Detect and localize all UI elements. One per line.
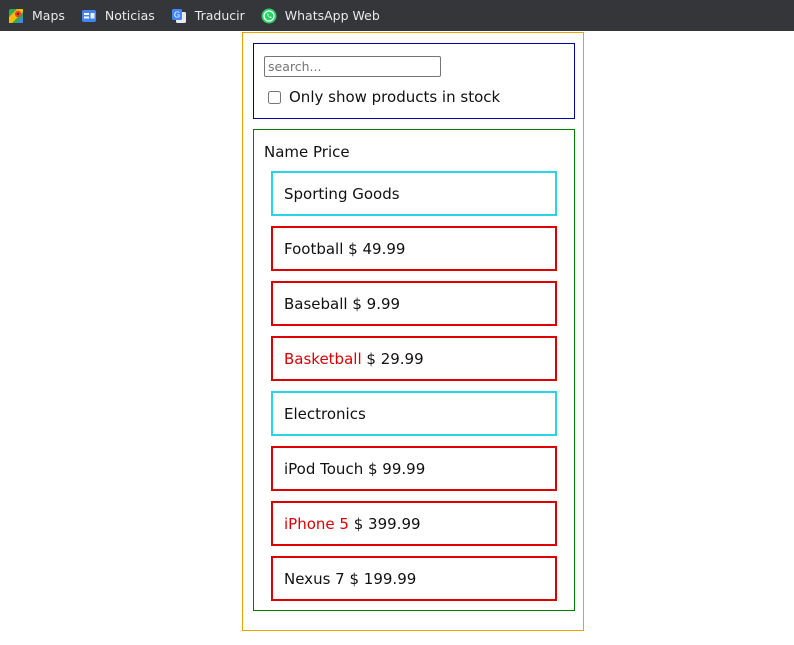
product-table: Name Price Sporting Goods Football $ 49.… bbox=[253, 129, 575, 611]
product-row: iPhone 5 $ 399.99 bbox=[271, 501, 557, 546]
bookmarks-bar: Maps Noticias G Traducir WhatsApp Web bbox=[0, 0, 794, 31]
in-stock-checkbox[interactable] bbox=[268, 90, 281, 104]
product-name-out-of-stock: iPhone 5 bbox=[284, 514, 349, 533]
bookmark-label: Traducir bbox=[194, 8, 245, 23]
bookmark-noticias[interactable]: Noticias bbox=[81, 8, 155, 24]
product-price: $ 99.99 bbox=[367, 459, 426, 478]
category-label: Electronics bbox=[284, 404, 366, 423]
product-price: $ 9.99 bbox=[352, 294, 401, 313]
product-name: Baseball bbox=[284, 294, 348, 313]
maps-icon bbox=[8, 8, 24, 24]
table-header: Name Price bbox=[264, 143, 350, 161]
category-row: Sporting Goods bbox=[271, 171, 557, 216]
search-bar: Only show products in stock bbox=[253, 43, 575, 119]
bookmark-traducir[interactable]: G Traducir bbox=[171, 8, 245, 24]
in-stock-filter[interactable]: Only show products in stock bbox=[266, 88, 500, 106]
category-row: Electronics bbox=[271, 391, 557, 436]
search-input[interactable] bbox=[264, 56, 441, 77]
product-name: Football bbox=[284, 239, 344, 258]
product-name: Nexus 7 bbox=[284, 569, 345, 588]
bookmark-label: Maps bbox=[32, 8, 65, 23]
product-name-out-of-stock: Basketball bbox=[284, 349, 362, 368]
product-name: iPod Touch bbox=[284, 459, 364, 478]
product-price: $ 29.99 bbox=[366, 349, 424, 368]
translate-icon: G bbox=[171, 8, 187, 24]
news-icon bbox=[81, 8, 97, 24]
category-label: Sporting Goods bbox=[284, 184, 400, 203]
bookmark-whatsapp[interactable]: WhatsApp Web bbox=[261, 8, 380, 24]
bookmark-label: Noticias bbox=[104, 8, 155, 23]
bookmark-maps[interactable]: Maps bbox=[8, 8, 65, 24]
filterable-product-table: Only show products in stock Name Price S… bbox=[242, 32, 584, 631]
product-price: $ 49.99 bbox=[348, 239, 406, 258]
product-row: Nexus 7 $ 199.99 bbox=[271, 556, 557, 601]
product-row: Football $ 49.99 bbox=[271, 226, 557, 271]
whatsapp-icon bbox=[261, 8, 277, 24]
product-price: $ 399.99 bbox=[353, 514, 421, 533]
svg-text:G: G bbox=[174, 10, 180, 19]
in-stock-label: Only show products in stock bbox=[289, 88, 501, 106]
product-row: Basketball $ 29.99 bbox=[271, 336, 557, 381]
product-row: iPod Touch $ 99.99 bbox=[271, 446, 557, 491]
bookmark-label: WhatsApp Web bbox=[284, 8, 380, 23]
product-row: Baseball $ 9.99 bbox=[271, 281, 557, 326]
product-price: $ 199.99 bbox=[349, 569, 417, 588]
